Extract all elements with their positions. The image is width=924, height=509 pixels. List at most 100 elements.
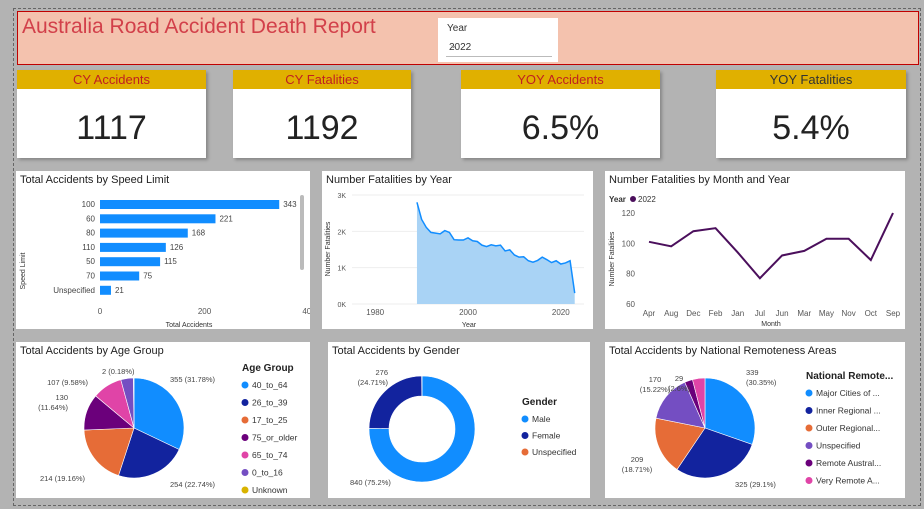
x-tick-label: Aug [664,309,678,318]
x-tick-label: Oct [865,309,878,318]
legend-marker [241,486,249,494]
fatalities-year-panel: Number Fatalities by Year Number Fatalit… [322,171,593,329]
bar [100,285,111,295]
data-label: 126 [170,243,184,252]
year-slicer-label: Year [447,23,468,34]
legend-marker [521,448,529,456]
y-tick-label: 60 [86,214,95,223]
scrollbar[interactable] [300,195,304,270]
legend-marker [241,451,249,459]
data-label: 254 (22.74%) [170,480,216,489]
legend-marker [805,477,813,484]
data-label: 209 [631,455,644,464]
x-tick-label: Jan [731,309,744,318]
legend-marker [521,432,529,439]
y-tick-label: 120 [622,209,636,218]
report-title: Australia Road Accident Death Report [22,15,376,38]
y-tick-label: 1K [337,266,346,273]
data-label: 355 (31.78%) [170,375,216,384]
series-line [648,212,894,280]
legend-item: Remote Austral... [816,458,881,468]
legend-marker [241,399,249,406]
legend-item: Male [532,414,551,424]
kpi-card-yoy-accidents: YOY Accidents 6.5% [461,70,660,158]
kpi-value: 5.4% [772,109,850,147]
data-label-pct: (11.64%) [38,403,68,412]
kpi-value: 1117 [76,109,147,147]
bar [100,257,161,267]
legend-marker [630,196,636,202]
legend-item: 0_to_16 [252,468,283,478]
legend-item: 75_or_older [252,433,298,443]
legend-item: Major Cities of ... [816,388,880,398]
y-tick-label: 80 [626,270,635,279]
legend-marker [521,415,529,423]
y-tick-label: 110 [82,243,95,252]
y-axis-label: Speed Limit [20,252,27,289]
x-tick-label: 200 [198,307,212,316]
legend-item: 40_to_64 [252,380,288,390]
x-tick-label: Jun [776,309,789,318]
legend-marker [805,424,813,432]
data-label: 75 [143,272,152,281]
legend-marker [805,459,813,467]
remoteness-panel: Total Accidents by National Remoteness A… [605,342,905,498]
y-axis-label: Number Fatalities [325,221,332,276]
data-label: 339 [746,368,759,377]
legend-marker [805,442,813,449]
gender-panel: Total Accidents by Gender 840 (75.2%) 276… [328,342,590,498]
legend-marker [241,381,249,389]
y-tick-label: 0K [337,302,346,309]
legend-title: Gender [522,397,557,408]
x-tick-label: 400 [302,307,310,316]
data-label: 130 [55,393,68,402]
kpi-label: YOY Fatalities [716,70,906,89]
data-label-pct: (30.35%) [746,378,777,387]
x-tick-label: 0 [98,307,103,316]
year-slicer[interactable]: Year 2022 ⌄ [438,18,558,62]
remoteness-pie-chart: 339(30.35%) 325 (29.1%) 209(18.71%) 170(15.… [622,368,894,489]
data-label: 21 [115,286,124,295]
legend-item: 65_to_74 [252,450,288,460]
area-fill [416,202,575,304]
speed-limit-bar-chart: Speed Limit Total Accidents 0 200 400 100 34… [20,195,310,329]
fatalities-month-panel: Number Fatalities by Month and Year Year… [605,171,905,329]
legend-item: Unspecified [532,447,577,457]
x-axis-label: Year [462,322,477,329]
legend-item: Very Remote A... [816,476,880,486]
x-tick-label: 1980 [366,308,384,317]
legend-marker [805,407,813,414]
y-tick-label: Unspecified [53,286,95,295]
year-dropdown[interactable]: 2022 ⌄ [446,38,552,57]
legend-item: 26_to_39 [252,398,288,408]
x-tick-label: Feb [709,309,723,318]
x-tick-label: 2000 [459,308,477,317]
x-tick-label: Apr [643,309,656,318]
age-group-pie-chart: 355 (31.78%) 254 (22.74%) 214 (19.16%) 130(… [38,363,298,495]
y-tick-label: 80 [86,229,95,238]
legend-item: Outer Regional... [816,423,880,433]
legend-title: Age Group [242,363,294,374]
data-label: 107 (9.58%) [47,378,88,387]
kpi-value: 1192 [285,109,359,147]
data-label: 168 [192,229,206,238]
data-label: 325 (29.1%) [735,480,776,489]
kpi-label: CY Accidents [17,70,206,89]
chevron-down-icon[interactable]: ⌄ [449,38,548,51]
legend-title: Year [609,195,626,204]
gender-donut-chart: 840 (75.2%) 276(24.71%) Gender Male Female Un… [350,368,577,487]
data-label: 214 (19.16%) [40,474,86,483]
legend-marker [805,389,813,397]
bar [100,228,188,238]
legend-series: 2022 [638,195,656,204]
kpi-card-yoy-fatalities: YOY Fatalities 5.4% [716,70,906,158]
legend-marker [241,434,249,441]
y-tick-label: 2K [337,229,346,236]
y-tick-label: 3K [337,193,346,200]
bar [100,200,280,209]
y-tick-label: 50 [86,257,95,266]
kpi-card-cy-accidents: CY Accidents 1117 [17,70,206,158]
report-header: Australia Road Accident Death Report Yea… [17,11,919,65]
legend-marker [241,469,249,476]
data-label-pct: (2.6%) [668,384,691,393]
